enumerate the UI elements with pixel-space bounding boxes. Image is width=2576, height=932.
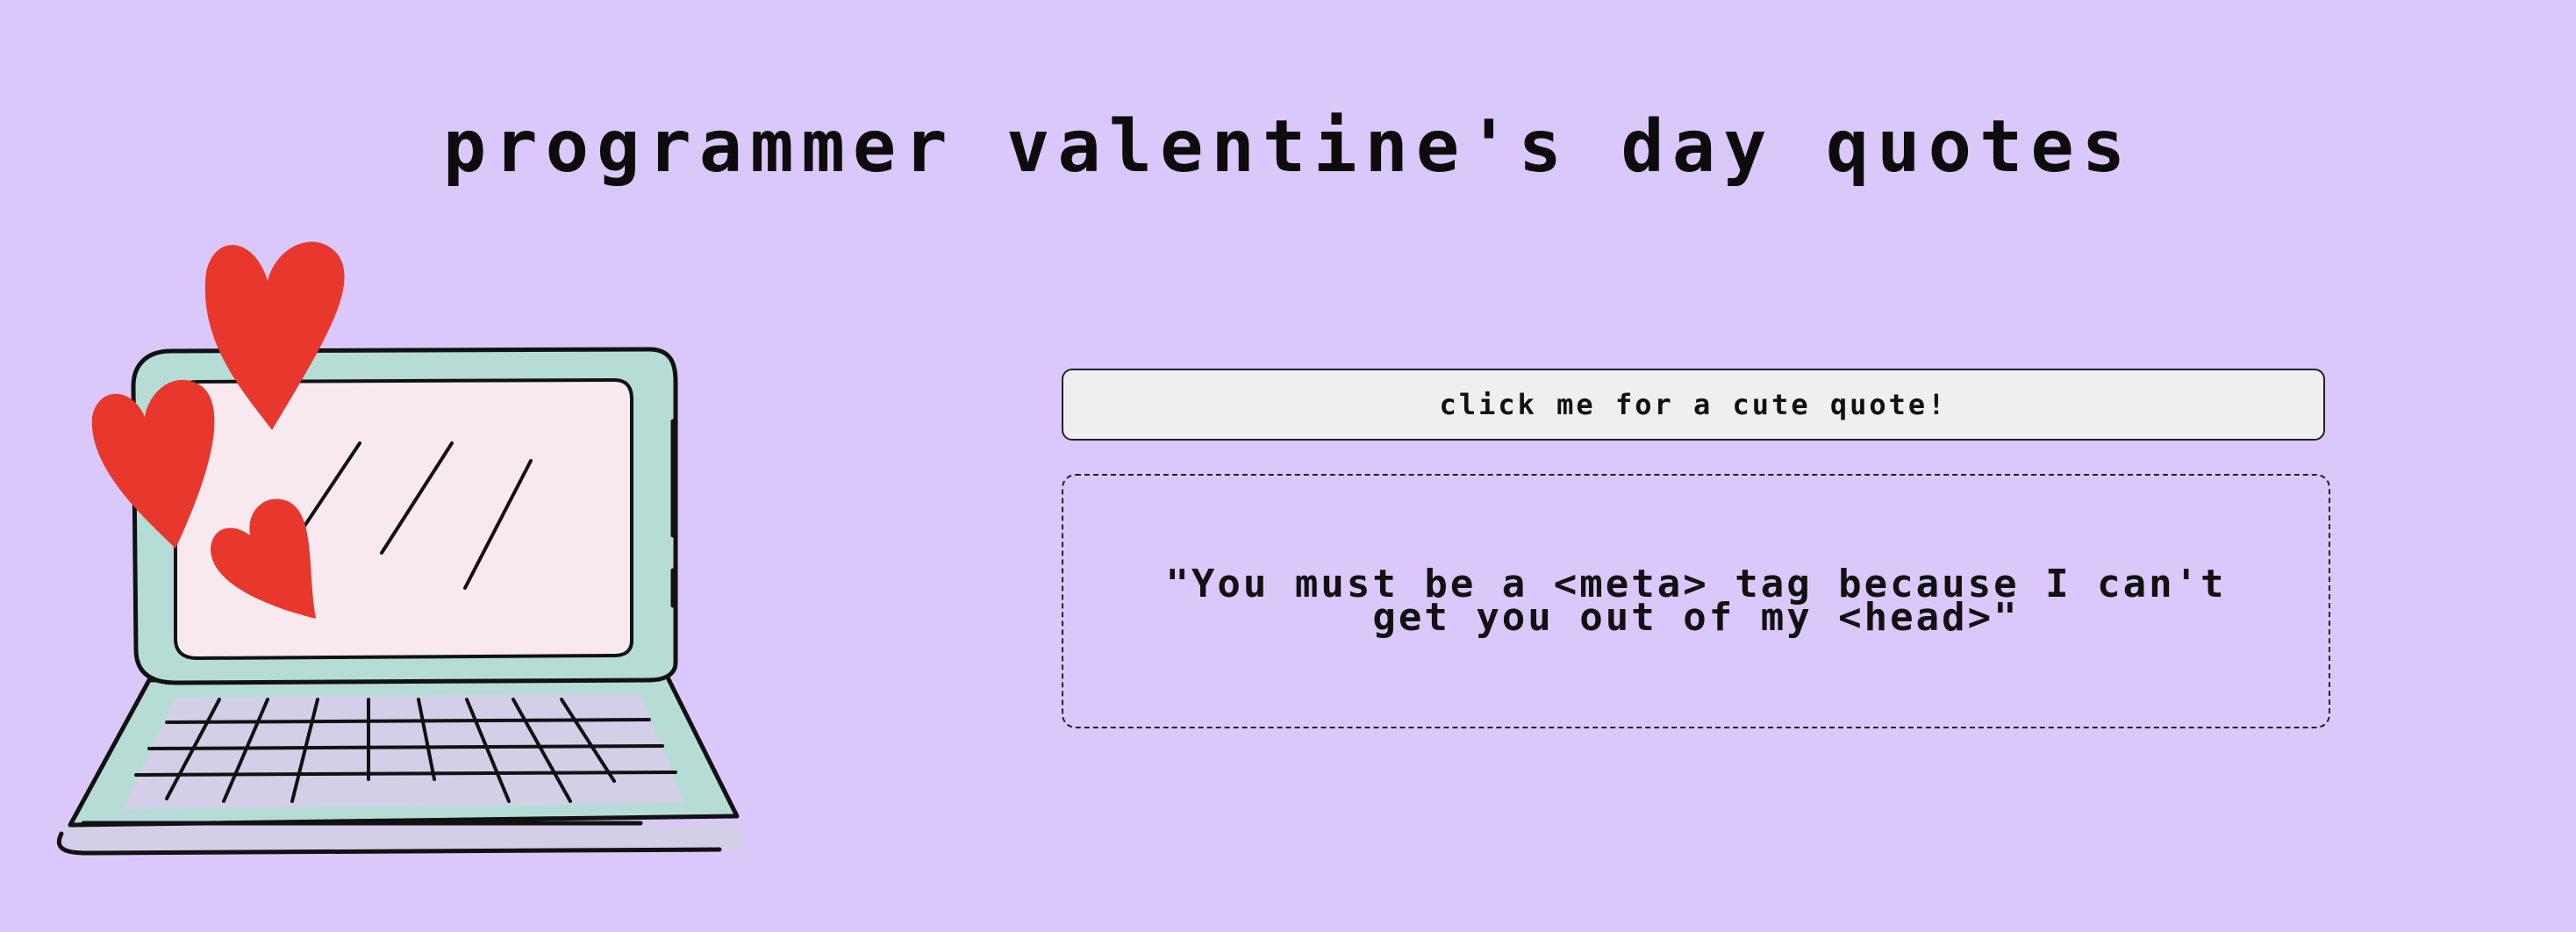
quote-display-box: "You must be a <meta> tag because I can'… — [1062, 474, 2330, 728]
laptop-hearts-illustration — [35, 219, 763, 869]
cute-quote-button[interactable]: click me for a cute quote! — [1062, 369, 2325, 441]
page-title: programmer valentine's day quotes — [442, 105, 2134, 189]
quote-text: "You must be a <meta> tag because I can'… — [1165, 562, 2227, 640]
laptop-icon — [57, 241, 746, 856]
